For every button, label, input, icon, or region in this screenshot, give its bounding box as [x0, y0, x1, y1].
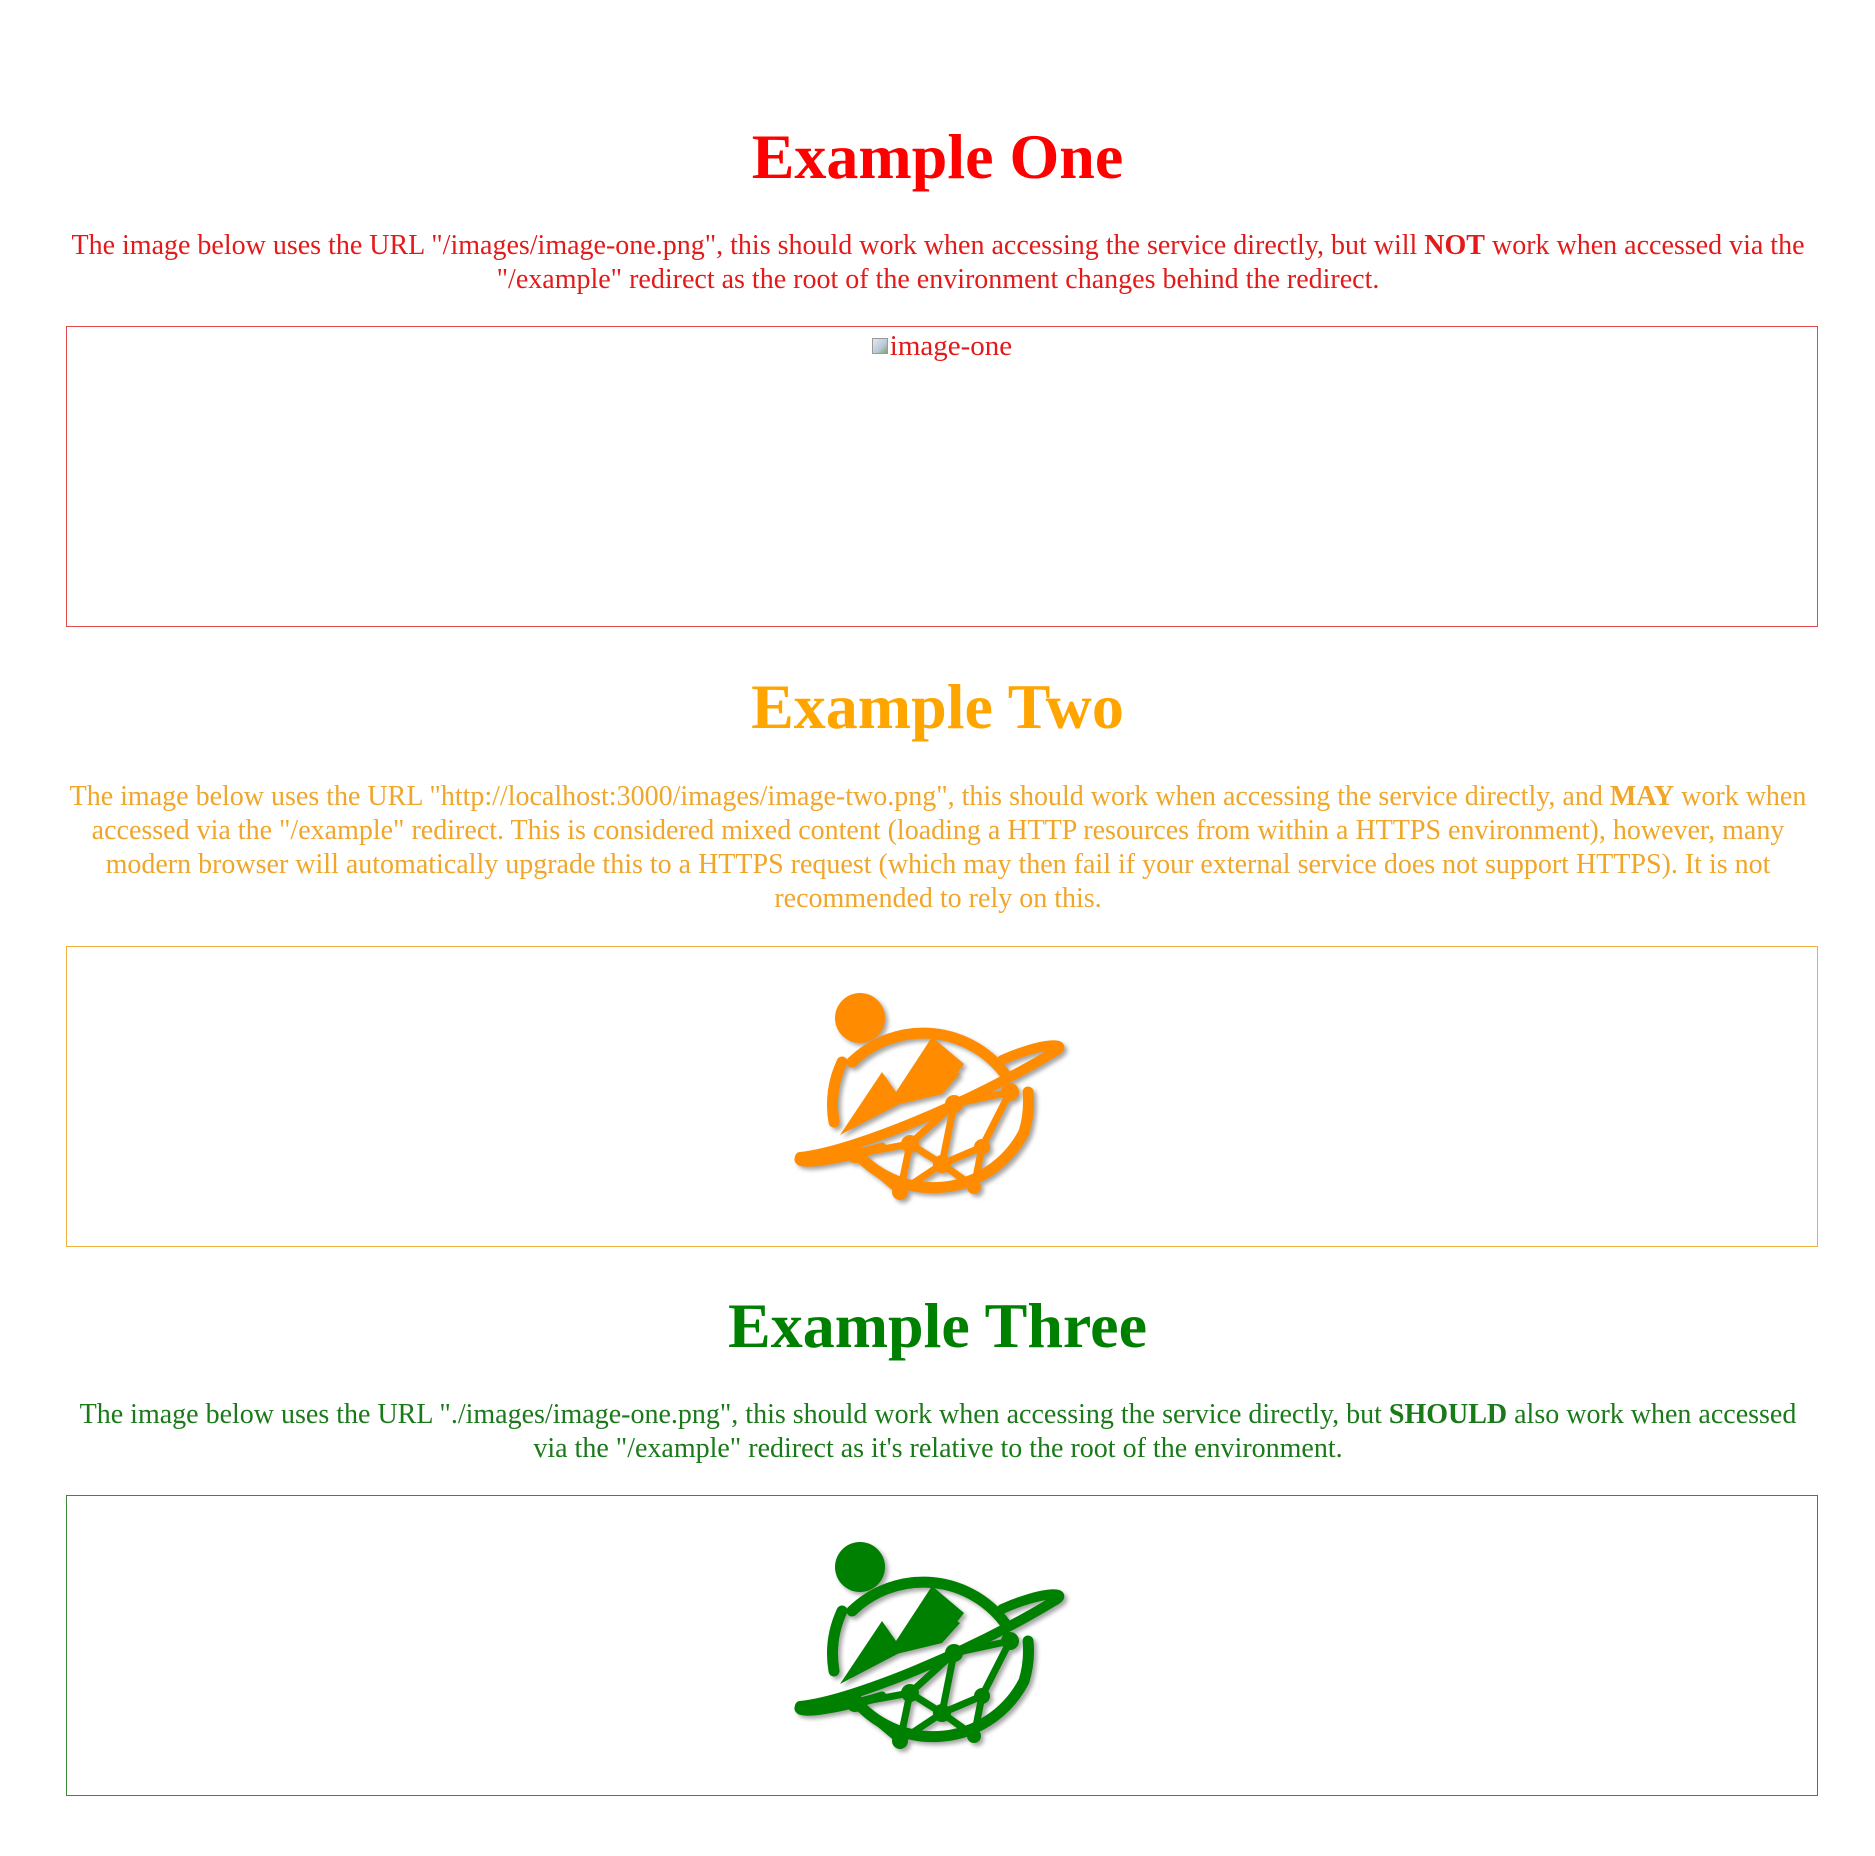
example-two-emphasis: MAY — [1609, 781, 1675, 812]
broken-image-icon — [871, 338, 888, 354]
example-one-text-before: The image below uses the URL "/images/im… — [71, 230, 1425, 261]
planet-mountains-network-logo-icon — [794, 993, 1065, 1200]
example-three-description: The image below uses the URL "./images/i… — [66, 1398, 1810, 1466]
broken-image: image-one — [871, 329, 1013, 363]
example-three-text-before: The image below uses the URL "./images/i… — [79, 1399, 1389, 1430]
broken-image-alt-text: image-one — [889, 330, 1013, 362]
example-one-emphasis: NOT — [1424, 230, 1485, 261]
example-two-description: The image below uses the URL "http://loc… — [60, 780, 1816, 916]
planet-mountains-network-logo-icon — [794, 1542, 1065, 1749]
example-two-image-box — [66, 946, 1818, 1247]
example-three-title: Example Three — [728, 1290, 1147, 1361]
example-three-emphasis: SHOULD — [1388, 1399, 1508, 1430]
example-two-text-before: The image below uses the URL "http://loc… — [69, 781, 1610, 812]
example-one-title: Example One — [751, 121, 1124, 192]
example-three-image-box — [66, 1495, 1818, 1796]
example-two-title: Example Two — [751, 671, 1124, 742]
example-one-image-box: image-one — [66, 326, 1818, 627]
example-one-description: The image below uses the URL "/images/im… — [66, 229, 1810, 297]
